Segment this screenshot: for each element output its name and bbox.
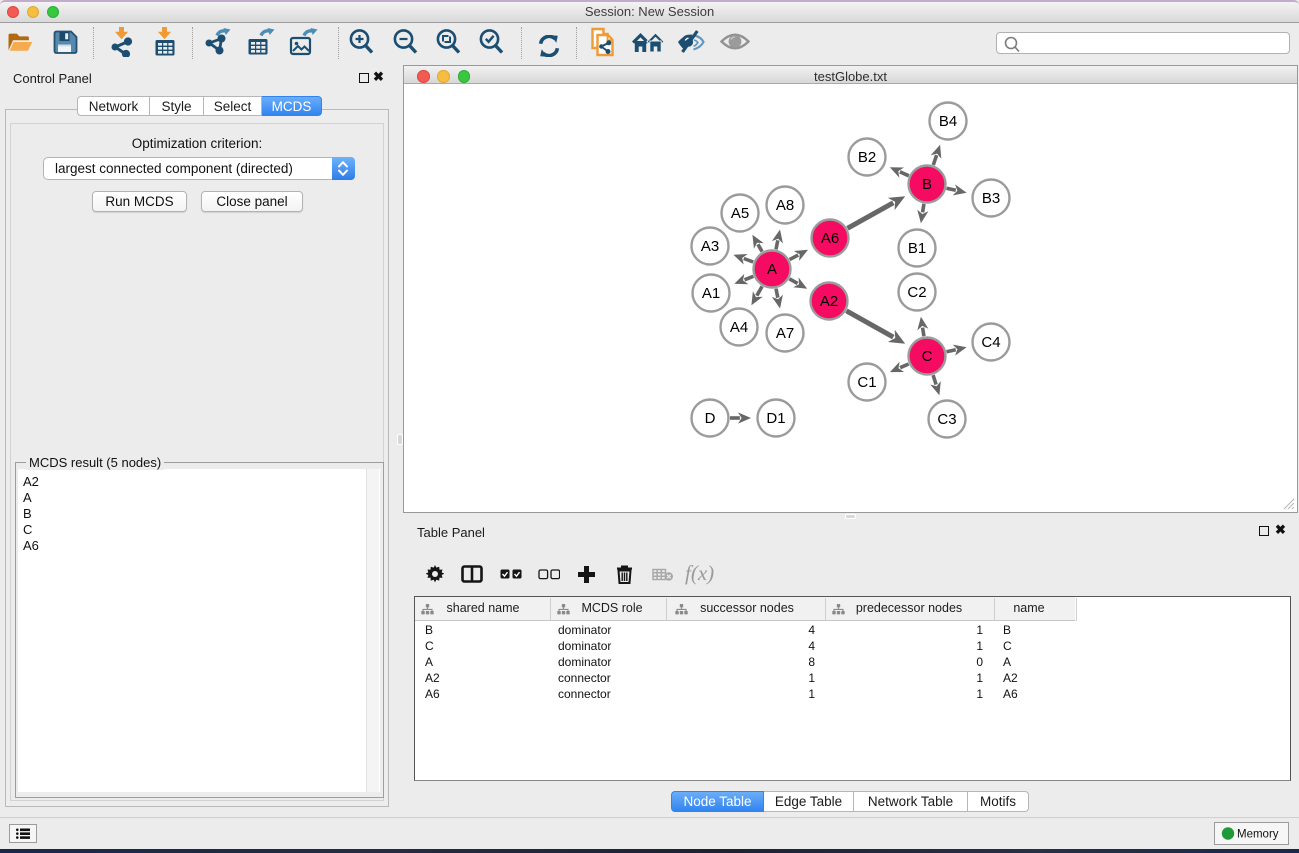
svg-text:C3: C3: [937, 411, 956, 428]
svg-text:D1: D1: [766, 410, 785, 427]
svg-text:C1: C1: [857, 374, 876, 391]
svg-text:A2: A2: [820, 293, 838, 310]
svg-text:C: C: [922, 348, 933, 365]
svg-text:B: B: [922, 176, 932, 193]
svg-text:A6: A6: [821, 230, 839, 247]
svg-text:A3: A3: [701, 238, 719, 255]
svg-text:B3: B3: [982, 190, 1000, 207]
svg-text:A7: A7: [776, 325, 794, 342]
svg-text:A8: A8: [776, 197, 794, 214]
svg-text:A4: A4: [730, 319, 748, 336]
svg-text:C2: C2: [907, 284, 926, 301]
svg-text:B4: B4: [939, 113, 957, 130]
svg-text:A5: A5: [731, 205, 749, 222]
svg-text:B2: B2: [858, 149, 876, 166]
svg-text:B1: B1: [908, 240, 926, 257]
svg-text:C4: C4: [981, 334, 1000, 351]
svg-text:Memory: Memory: [1237, 829, 1279, 841]
svg-text:D: D: [705, 410, 716, 427]
svg-text:A: A: [767, 261, 777, 278]
svg-text:A1: A1: [702, 285, 720, 302]
